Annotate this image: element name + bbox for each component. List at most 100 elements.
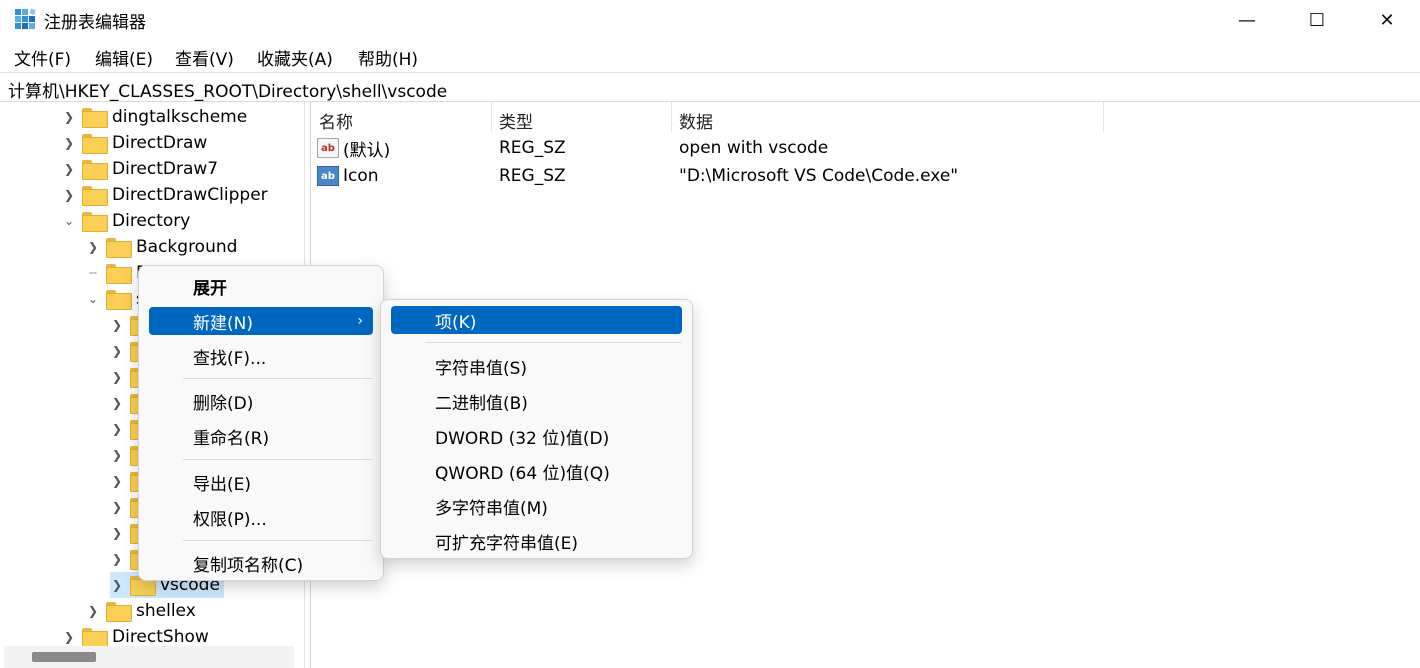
- submenu-item-key[interactable]: 项(K): [391, 306, 682, 334]
- column-header-name[interactable]: 名称: [319, 108, 353, 133]
- close-button[interactable]: ✕: [1352, 0, 1420, 40]
- folder-icon: [82, 212, 108, 232]
- folder-icon: [82, 160, 108, 180]
- menu-item-delete[interactable]: 删除(D): [149, 387, 373, 415]
- menu-item-label: 多字符串值(M): [435, 498, 548, 519]
- folder-icon: [82, 186, 108, 206]
- tree-item-shellex[interactable]: ❯ shellex: [86, 598, 196, 624]
- chevron-right-icon[interactable]: ❯: [110, 474, 124, 488]
- menu-separator: [183, 459, 373, 460]
- menu-item-label: 重命名(R): [193, 428, 270, 449]
- chevron-right-icon[interactable]: ❯: [62, 162, 76, 176]
- menu-item-label: QWORD (64 位)值(Q): [435, 463, 610, 484]
- column-divider[interactable]: [671, 102, 672, 132]
- folder-icon: [106, 602, 132, 622]
- value-row[interactable]: ab Icon REG_SZ "D:\Microsoft VS Code\Cod…: [317, 162, 1117, 190]
- chevron-right-icon[interactable]: ❯: [110, 422, 124, 436]
- tree-item-label: DirectDraw7: [112, 159, 219, 179]
- chevron-right-icon[interactable]: ❯: [62, 110, 76, 124]
- tree-item-directdraw7[interactable]: ❯ DirectDraw7: [62, 156, 218, 182]
- submenu-item-expandable-string-value[interactable]: 可扩充字符串值(E): [391, 527, 682, 555]
- menu-separator: [425, 342, 682, 343]
- tree-item-shell[interactable]: ⌄ s: [86, 286, 145, 312]
- menu-item-permissions[interactable]: 权限(P)...: [149, 503, 373, 531]
- tree-item-label: DirectShow: [112, 627, 209, 647]
- address-path[interactable]: 计算机\HKEY_CLASSES_ROOT\Directory\shell\vs…: [8, 77, 447, 102]
- chevron-right-icon[interactable]: ❯: [86, 604, 100, 618]
- tree-item-label: DirectDrawClipper: [112, 185, 268, 205]
- submenu-item-binary-value[interactable]: 二进制值(B): [391, 387, 682, 415]
- chevron-right-icon[interactable]: ❯: [62, 630, 76, 644]
- menu-view[interactable]: 查看(V): [175, 45, 234, 70]
- new-submenu: 项(K) 字符串值(S) 二进制值(B) DWORD (32 位)值(D) QW…: [380, 299, 693, 559]
- submenu-item-qword-value[interactable]: QWORD (64 位)值(Q): [391, 457, 682, 485]
- submenu-item-multi-string-value[interactable]: 多字符串值(M): [391, 492, 682, 520]
- chevron-right-icon[interactable]: ❯: [110, 396, 124, 410]
- folder-icon: [82, 628, 108, 648]
- menu-favorites[interactable]: 收藏夹(A): [257, 45, 333, 70]
- tree-item-background[interactable]: ❯ Background: [86, 234, 237, 260]
- maximize-button[interactable]: ☐: [1282, 0, 1352, 40]
- chevron-right-icon[interactable]: ❯: [110, 370, 124, 384]
- column-divider[interactable]: [491, 102, 492, 132]
- menu-edit[interactable]: 编辑(E): [95, 45, 153, 70]
- chevron-down-icon[interactable]: ⌄: [62, 214, 76, 228]
- tree-item-dingtalkscheme[interactable]: ❯ dingtalkscheme: [62, 104, 247, 130]
- menu-file[interactable]: 文件(F): [14, 45, 71, 70]
- chevron-right-icon[interactable]: ❯: [62, 188, 76, 202]
- menu-item-label: 二进制值(B): [435, 393, 528, 414]
- chevron-down-icon[interactable]: ⌄: [86, 292, 100, 306]
- chevron-right-icon[interactable]: ❯: [110, 526, 124, 540]
- folder-icon: [82, 108, 108, 128]
- menu-item-find[interactable]: 查找(F)...: [149, 342, 373, 370]
- ab-string-icon: ab: [317, 138, 339, 158]
- tree-item-directdraw[interactable]: ❯ DirectDraw: [62, 130, 207, 156]
- menu-item-label: 可扩充字符串值(E): [435, 533, 579, 554]
- column-header-type[interactable]: 类型: [499, 108, 533, 133]
- menu-item-rename[interactable]: 重命名(R): [149, 422, 373, 450]
- menu-item-label: 导出(E): [193, 474, 252, 495]
- ab-string-icon: ab: [317, 166, 339, 186]
- menu-item-label: 新建(N): [193, 313, 253, 334]
- folder-icon: [106, 264, 132, 284]
- tree-item-label: Background: [136, 237, 238, 257]
- menu-item-label: 权限(P)...: [193, 509, 267, 530]
- value-row[interactable]: ab (默认) REG_SZ open with vscode: [317, 134, 1117, 162]
- column-divider[interactable]: [1103, 102, 1104, 132]
- chevron-right-icon[interactable]: ❯: [86, 240, 100, 254]
- context-menu: 展开 新建(N) › 查找(F)... 删除(D) 重命名(R) 导出(E) 权…: [138, 265, 384, 581]
- tree-item-label: DirectDraw: [112, 133, 208, 153]
- chevron-right-icon[interactable]: ❯: [110, 344, 124, 358]
- tree-horizontal-scrollbar[interactable]: [4, 646, 294, 668]
- column-header-data[interactable]: 数据: [679, 108, 713, 133]
- menu-bar: 文件(F) 编辑(E) 查看(V) 收藏夹(A) 帮助(H): [0, 40, 1420, 72]
- minimize-button[interactable]: —: [1212, 0, 1282, 40]
- chevron-right-icon[interactable]: ❯: [62, 136, 76, 150]
- chevron-right-icon[interactable]: ❯: [110, 318, 124, 332]
- menu-separator: [183, 540, 373, 541]
- menu-item-label: 项(K): [435, 312, 477, 333]
- menu-item-expand[interactable]: 展开: [149, 272, 373, 300]
- tree-item-directdrawclipper[interactable]: ❯ DirectDrawClipper: [62, 182, 268, 208]
- tree-connector: ┈: [89, 266, 97, 280]
- tree-item-label: Directory: [112, 211, 191, 231]
- tree-item-directory[interactable]: ⌄ Directory: [62, 208, 190, 234]
- address-bar[interactable]: 计算机\HKEY_CLASSES_ROOT\Directory\shell\vs…: [0, 72, 1420, 102]
- chevron-right-icon[interactable]: ❯: [110, 448, 124, 462]
- value-data: "D:\Microsoft VS Code\Code.exe": [679, 166, 959, 186]
- menu-item-export[interactable]: 导出(E): [149, 468, 373, 496]
- submenu-item-string-value[interactable]: 字符串值(S): [391, 352, 682, 380]
- minimize-icon: —: [1238, 9, 1256, 31]
- menu-item-copy-key-name[interactable]: 复制项名称(C): [149, 549, 373, 577]
- menu-item-new[interactable]: 新建(N) ›: [149, 307, 373, 335]
- scrollbar-thumb[interactable]: [32, 652, 96, 662]
- chevron-right-icon: ›: [357, 313, 363, 329]
- menu-item-label: 展开: [193, 278, 227, 299]
- menu-item-label: 复制项名称(C): [193, 555, 304, 576]
- registry-editor-icon: [15, 8, 36, 29]
- chevron-right-icon[interactable]: ❯: [110, 552, 124, 566]
- menu-help[interactable]: 帮助(H): [358, 45, 418, 70]
- chevron-right-icon[interactable]: ❯: [110, 578, 124, 592]
- submenu-item-dword-value[interactable]: DWORD (32 位)值(D): [391, 422, 682, 450]
- chevron-right-icon[interactable]: ❯: [110, 500, 124, 514]
